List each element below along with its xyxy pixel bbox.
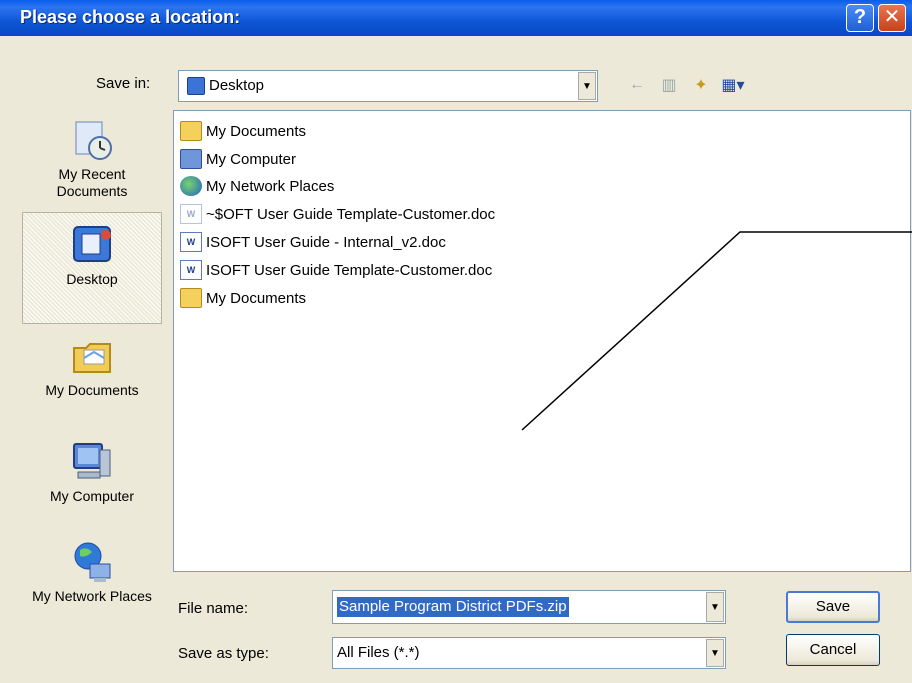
cancel-button[interactable]: Cancel bbox=[786, 634, 880, 666]
file-name: My Documents bbox=[206, 289, 307, 307]
file-name: ISOFT User Guide - Internal_v2.doc bbox=[206, 233, 446, 251]
save-dialog: Please choose a location: ? ✕ Save in: D… bbox=[0, 0, 912, 683]
place-label: My Documents bbox=[45, 382, 139, 398]
word-doc-icon: W bbox=[180, 260, 202, 280]
place-desktop[interactable]: Desktop bbox=[22, 212, 162, 324]
back-arrow-icon[interactable]: ← bbox=[626, 74, 648, 96]
window-title: Please choose a location: bbox=[20, 7, 241, 27]
places-bar: My Recent Documents Desktop My Documents… bbox=[22, 108, 162, 668]
folder-shortcut-icon bbox=[180, 288, 202, 308]
save-button[interactable]: Save bbox=[786, 591, 880, 623]
up-folder-icon[interactable]: ▥ bbox=[658, 74, 680, 96]
list-item[interactable]: My Documents bbox=[180, 119, 306, 143]
save-as-type-dropdown[interactable]: All Files (*.*) ▼ bbox=[332, 637, 726, 669]
save-in-dropdown[interactable]: Desktop ▼ bbox=[178, 70, 598, 102]
place-my-computer[interactable]: My Computer bbox=[22, 440, 162, 505]
new-folder-icon[interactable]: ✦ bbox=[690, 74, 712, 96]
network-places-icon bbox=[70, 540, 114, 584]
save-as-type-label: Save as type: bbox=[178, 645, 269, 662]
toolbar: ← ▥ ✦ ▦▾ bbox=[626, 74, 745, 96]
list-item[interactable]: W ISOFT User Guide - Internal_v2.doc bbox=[180, 230, 446, 254]
file-name: My Computer bbox=[206, 150, 297, 168]
file-name-input[interactable]: Sample Program District PDFs.zip ▼ bbox=[332, 590, 726, 624]
view-menu-icon[interactable]: ▦▾ bbox=[721, 74, 744, 96]
chevron-down-icon[interactable]: ▼ bbox=[706, 639, 724, 667]
word-doc-icon: W bbox=[180, 232, 202, 252]
title-bar[interactable]: Please choose a location: ? ✕ bbox=[0, 0, 912, 36]
place-my-network-places[interactable]: My Network Places bbox=[22, 540, 162, 605]
file-name-label: File name: bbox=[178, 600, 249, 617]
my-computer-icon bbox=[70, 440, 114, 484]
my-documents-icon bbox=[70, 334, 114, 378]
close-button[interactable]: ✕ bbox=[878, 4, 906, 32]
place-my-documents[interactable]: My Documents bbox=[22, 334, 162, 399]
place-label: My Network Places bbox=[32, 588, 152, 604]
save-in-label: Save in: bbox=[96, 75, 151, 92]
list-item[interactable]: W ~$OFT User Guide Template-Customer.doc bbox=[180, 202, 495, 226]
file-name: ISOFT User Guide Template-Customer.doc bbox=[206, 261, 493, 279]
place-label: Desktop bbox=[66, 271, 118, 287]
list-item[interactable]: My Computer bbox=[180, 147, 296, 171]
list-item[interactable]: My Documents bbox=[180, 286, 306, 310]
file-name: My Documents bbox=[206, 122, 307, 140]
desktop-icon bbox=[187, 77, 205, 95]
place-label: My Recent Documents bbox=[56, 166, 128, 199]
desktop-icon bbox=[70, 223, 114, 267]
list-item[interactable]: W ISOFT User Guide Template-Customer.doc bbox=[180, 258, 492, 282]
help-button[interactable]: ? bbox=[846, 4, 874, 32]
chevron-down-icon[interactable]: ▼ bbox=[706, 592, 724, 622]
file-list[interactable]: My Documents My Computer My Network Plac… bbox=[173, 110, 911, 572]
save-in-value: Desktop bbox=[209, 77, 265, 94]
computer-icon bbox=[180, 149, 202, 169]
folder-icon bbox=[180, 121, 202, 141]
network-icon bbox=[180, 176, 202, 196]
chevron-down-icon[interactable]: ▼ bbox=[578, 72, 596, 100]
file-name: My Network Places bbox=[206, 177, 335, 195]
list-item[interactable]: My Network Places bbox=[180, 174, 334, 198]
file-name-value[interactable]: Sample Program District PDFs.zip bbox=[337, 597, 569, 617]
recent-documents-icon bbox=[70, 118, 114, 162]
place-label: My Computer bbox=[49, 488, 135, 504]
word-doc-icon: W bbox=[180, 204, 202, 224]
save-as-type-value: All Files (*.*) bbox=[337, 644, 420, 661]
file-name: ~$OFT User Guide Template-Customer.doc bbox=[206, 205, 496, 223]
place-my-recent-documents[interactable]: My Recent Documents bbox=[22, 118, 162, 200]
